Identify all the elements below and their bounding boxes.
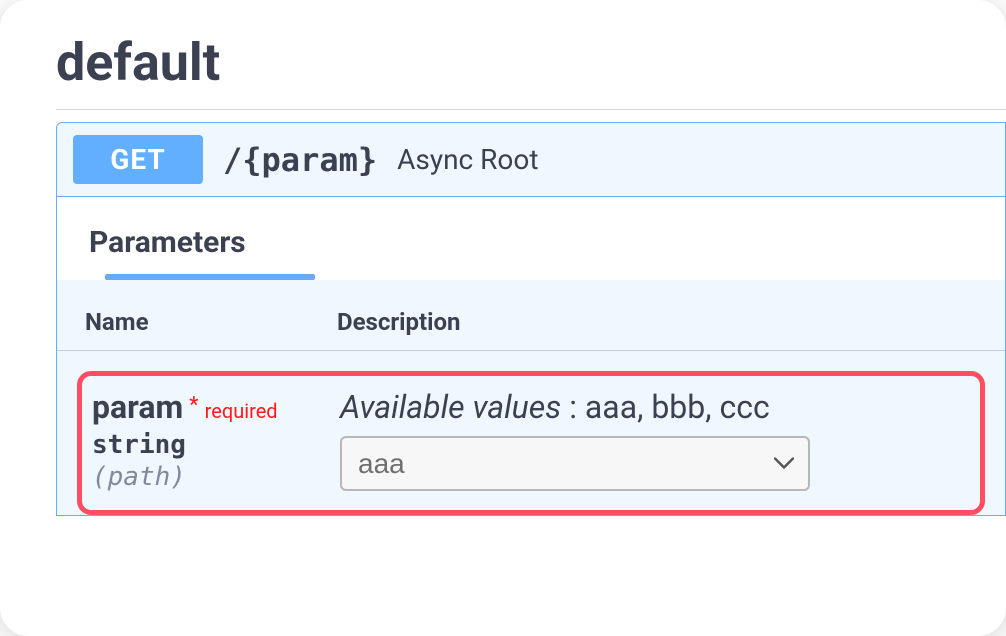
divider <box>56 109 1006 110</box>
card: default GET /{param} Async Root Paramete… <box>0 0 1006 636</box>
section-title[interactable]: default <box>0 32 1006 109</box>
column-header-name: Name <box>85 308 337 336</box>
params-section: Name Description param * required <box>57 280 1005 515</box>
param-select[interactable]: aaa <box>340 436 810 491</box>
opblock-get: GET /{param} Async Root Parameters Name … <box>56 122 1006 516</box>
available-values-colon: : <box>561 388 585 426</box>
available-values-list: aaa, bbb, ccc <box>585 388 770 426</box>
params-header-row: Name Description <box>57 308 1005 351</box>
operation-summary: Async Root <box>397 143 538 176</box>
param-type: string <box>92 430 340 460</box>
column-header-description: Description <box>337 308 461 336</box>
tab-bar: Parameters <box>57 197 1005 280</box>
available-values-line: Available values : aaa, bbb, ccc <box>340 388 966 426</box>
operation-path: /{param} <box>223 141 377 179</box>
opblock-body: Parameters Name Description param <box>57 196 1005 515</box>
param-in: (path) <box>92 462 340 492</box>
param-name-line: param * required <box>92 388 340 426</box>
opblock-summary[interactable]: GET /{param} Async Root <box>57 123 1005 196</box>
method-badge: GET <box>73 135 203 184</box>
opblock-wrapper: GET /{param} Async Root Parameters Name … <box>56 122 1006 516</box>
param-name-cell: param * required string (path) <box>92 388 340 492</box>
required-text: required <box>205 399 278 423</box>
highlight-box: param * required string (path) Available… <box>77 371 985 515</box>
available-values-label: Available values <box>340 388 561 426</box>
param-name: param <box>92 388 183 426</box>
param-select-wrap: aaa <box>340 436 810 491</box>
required-star-icon: * <box>189 393 198 418</box>
param-description-cell: Available values : aaa, bbb, ccc aaa <box>340 388 966 491</box>
tab-parameters[interactable]: Parameters <box>85 225 254 274</box>
param-row: param * required string (path) Available… <box>57 351 1005 515</box>
